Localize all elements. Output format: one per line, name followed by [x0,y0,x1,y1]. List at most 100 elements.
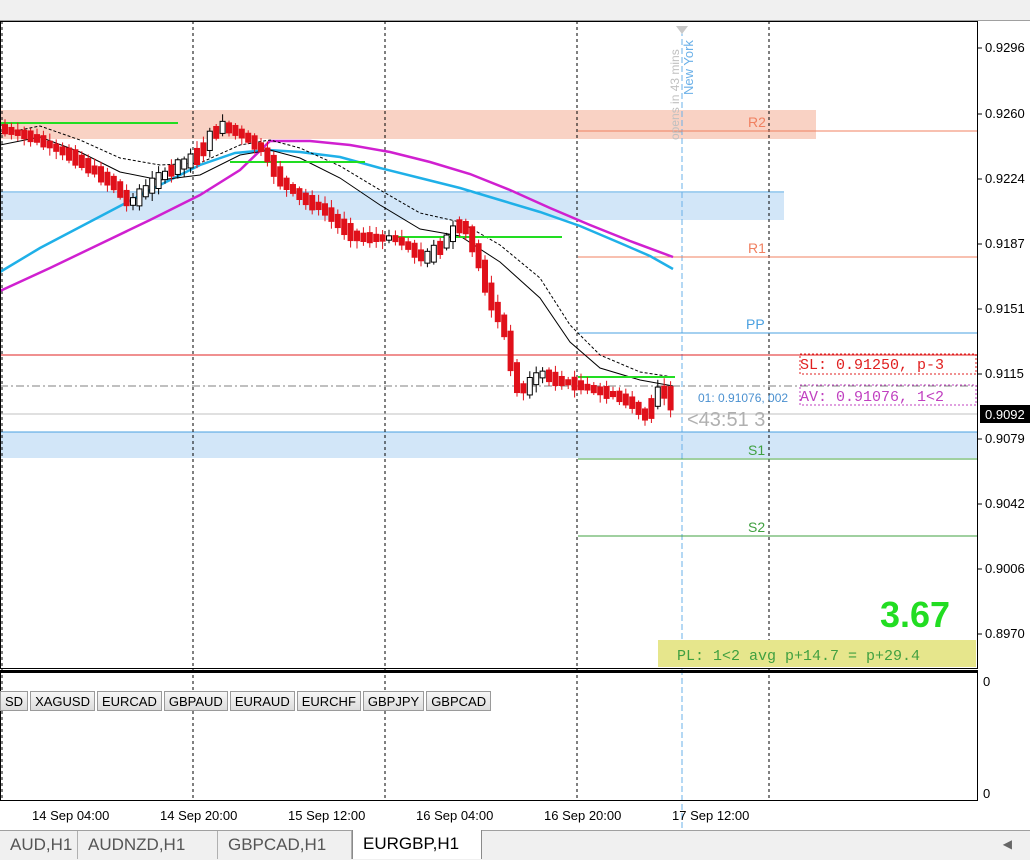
symbol-button-euraud[interactable]: EURAUD [229,691,295,711]
bull-candle [654,386,661,407]
bear-candle [475,243,482,269]
time-axis-label: 15 Sep 12:00 [288,808,365,823]
bear-candle [603,385,610,399]
symbol-button-eurchf[interactable]: EURCHF [296,691,361,711]
symbol-button-sd[interactable]: SD [0,691,29,711]
bull-candle [386,235,392,241]
bear-candle [40,135,47,148]
bear-candle [46,140,53,149]
bear-candle [341,218,348,236]
bear-candle [245,132,252,143]
symbol-button-xagusd[interactable]: XAGUSD [30,691,95,711]
bear-candle [328,207,335,222]
sl-label: SL: 0.91250, p-3 [800,357,944,374]
bear-candle [72,149,79,166]
pivot-s1-label: S1 [748,442,765,458]
bear-candle [661,385,668,399]
bear-candle [482,259,488,293]
time-axis-label: 16 Sep 04:00 [416,808,493,823]
bear-candle [571,376,578,391]
bear-candle [98,166,104,183]
bear-candle [85,158,92,174]
bear-candle [334,213,341,229]
bull-candle [219,120,226,134]
time-axis-label: 16 Sep 20:00 [544,808,621,823]
symbol-button-eurcad[interactable]: EURCAD [96,691,162,711]
bull-candle [174,159,181,175]
bear-candle [411,242,418,258]
bear-candle [309,195,316,211]
chart-tab-gbpcad-h1[interactable]: GBPCAD,H1 [218,831,352,859]
bear-candle [360,232,367,242]
chart-tab-eurgbp-h1[interactable]: EURGBP,H1 [352,830,482,859]
price-axis-label: 0.9079 [985,431,1025,446]
tab-scroll-left-icon[interactable]: ◀ [1003,837,1012,851]
price-axis-label: 0.9151 [985,301,1025,316]
bull-candle [206,130,213,151]
bull-candle [450,225,456,243]
session-open-text: opens in 43 mins [668,49,682,140]
bull-candle [539,370,546,379]
chart-tab-audnzd-h1[interactable]: AUDNZD,H1 [78,831,218,859]
bear-candle [552,371,559,387]
bear-candle [584,383,591,391]
bear-candle [296,188,303,201]
bear-candle [578,380,584,391]
chart-tab-aud-h1[interactable]: AUD,H1 [0,831,78,859]
bear-candle [501,314,508,338]
bear-candle [398,237,405,246]
bear-candle [270,154,277,177]
symbol-button-gbpcad[interactable]: GBPCAD [426,691,492,711]
chart-tabs-bar: AUD,H1 AUDNZD,H1 GBPCAD,H1 EURGBP,H1 ◀ [0,830,1030,860]
bear-candle [629,396,636,409]
pl-big-value: 3.67 [880,594,950,635]
bear-candle [347,223,354,242]
bear-candle [238,128,245,139]
indicator-axis-top: 0 [983,674,990,689]
pivot-s2-label: S2 [748,519,765,535]
bear-candle [283,177,290,191]
bear-candle [226,122,232,134]
bear-candle [168,164,175,177]
price-axis-label: 0.9187 [985,236,1025,251]
symbol-button-gbpjpy[interactable]: GBPJPY [362,691,425,711]
bear-candle [462,220,469,235]
bear-candle [648,398,655,419]
bear-candle [27,130,34,143]
time-axis-label: 14 Sep 20:00 [160,808,237,823]
bear-candle [565,379,572,386]
time-axis-label: 17 Sep 12:00 [672,808,749,823]
current-price-label: 0.9092 [985,407,1025,422]
bear-candle [354,230,360,242]
bear-candle [520,383,527,394]
bear-candle [200,142,207,157]
bear-candle [117,181,124,198]
bear-candle [110,175,117,191]
pivot-pp-label: PP [746,316,765,332]
bear-candle [34,134,40,143]
bear-candle [264,147,271,163]
bear-candle [590,385,597,394]
support-zone-blue [0,432,978,458]
price-axis-label: 0.8970 [985,626,1025,641]
bull-candle [533,372,540,386]
bear-candle [59,146,66,156]
bear-candle [635,401,642,415]
price-axis-label: 0.9260 [985,106,1025,121]
bar-countdown: <43:51 3 [687,409,765,431]
time-axis-label: 14 Sep 04:00 [32,808,109,823]
bull-candle [181,158,188,170]
bear-candle [315,201,322,211]
bull-candle [155,172,162,189]
bear-candle [2,124,8,135]
bear-candle [469,226,476,253]
bull-candle [526,377,533,396]
bull-candle [149,177,156,194]
bear-candle [616,390,623,403]
price-axis-label: 0.9042 [985,496,1025,511]
bear-candle [558,375,565,387]
symbol-button-gbpaud[interactable]: GBPAUD [163,691,228,711]
bear-candle [642,408,648,421]
bull-candle [136,188,143,207]
bull-candle [430,244,437,263]
